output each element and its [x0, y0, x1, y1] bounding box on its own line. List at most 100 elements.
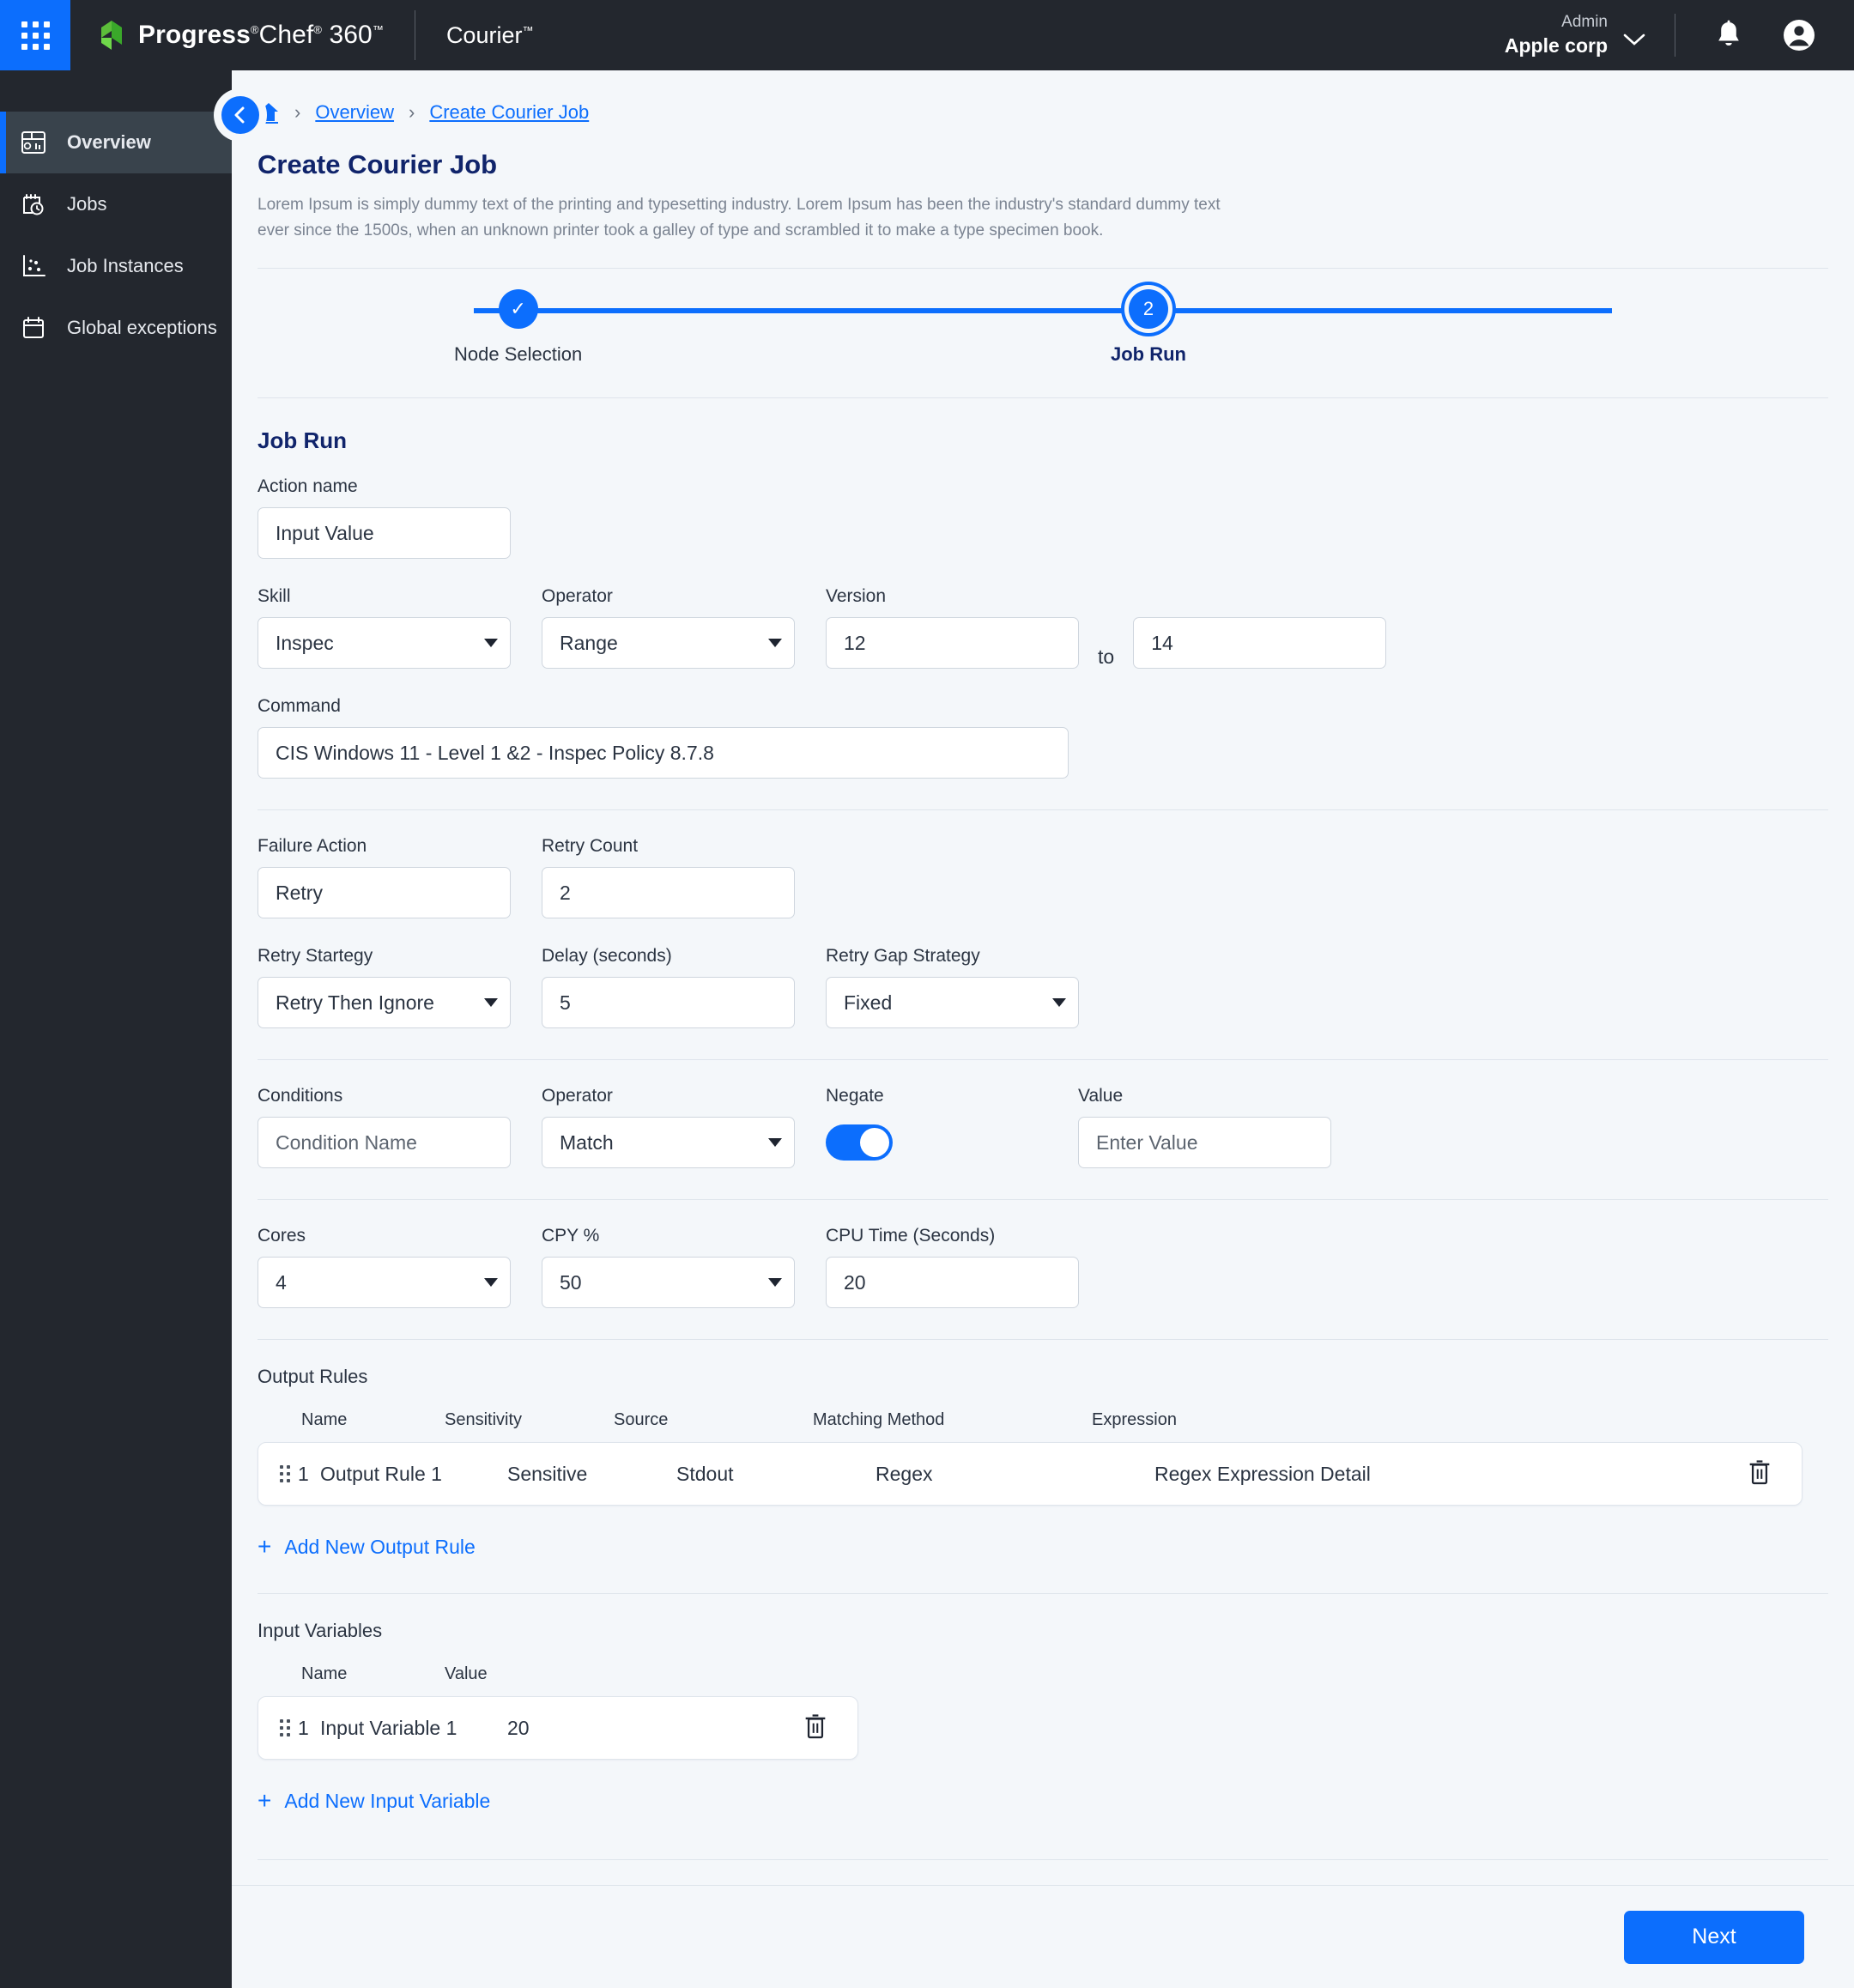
column-header-name: Name [301, 1664, 348, 1684]
condition-operator-select[interactable]: Match [542, 1117, 795, 1169]
breadcrumb-home[interactable] [258, 101, 280, 124]
trash-icon [1749, 1459, 1770, 1484]
action-name-input[interactable]: Input Value [258, 507, 511, 560]
brand-progress: Progress [138, 21, 251, 49]
label-version: Version [826, 586, 887, 607]
label-cpu-time: CPU Time (Seconds) [826, 1226, 996, 1246]
command-input[interactable]: CIS Windows 11 - Level 1 &2 - Inspec Pol… [258, 727, 1069, 779]
org-texts: Admin Apple corp [1505, 13, 1608, 58]
sidebar-item-jobs[interactable]: Jobs [0, 173, 232, 235]
sidebar-item-overview[interactable]: Overview [0, 112, 232, 173]
label-command: Command [258, 696, 341, 717]
cpy-percent-select[interactable]: 50 [542, 1257, 795, 1309]
account-circle-icon [1784, 20, 1815, 51]
sidebar-item-global-exceptions[interactable]: Global exceptions [0, 297, 232, 359]
brand-chef: Chef [258, 21, 314, 49]
sidebar-item-label: Overview [67, 131, 151, 153]
field-retry-count: Retry Count 2 [542, 836, 795, 919]
account-button[interactable] [1775, 11, 1823, 59]
step-label: Job Run [1111, 343, 1186, 366]
output-rule-name: Output Rule 1 [320, 1462, 442, 1485]
negate-toggle[interactable] [826, 1124, 893, 1161]
add-new-output-rule-label: Add New Output Rule [284, 1535, 476, 1558]
add-new-output-rule-button[interactable]: + Add New Output Rule [232, 1535, 476, 1559]
breadcrumb: › Overview › Create Courier Job [232, 70, 1854, 130]
notifications-button[interactable] [1705, 11, 1753, 59]
retry-count-input[interactable]: 2 [542, 867, 795, 919]
drag-handle-icon[interactable] [272, 1719, 298, 1737]
field-delay-seconds: Delay (seconds) 5 [542, 946, 795, 1029]
brand-logo[interactable]: Progress®Chef® 360™ [100, 19, 384, 52]
input-variable-value: 20 [507, 1716, 530, 1739]
field-cores: Cores 4 [258, 1226, 511, 1309]
product-label: Courier [445, 21, 523, 48]
field-condition-operator: Operator Match [542, 1086, 795, 1169]
output-rules-title: Output Rules [258, 1366, 368, 1388]
sidebar-item-job-instances[interactable]: Job Instances [0, 235, 232, 297]
cores-select[interactable]: 4 [258, 1257, 511, 1309]
label-action-name: Action name [258, 476, 358, 497]
delay-seconds-input[interactable]: 5 [542, 977, 795, 1029]
condition-operator-value: Match [560, 1130, 614, 1154]
step-marker-active: 2 [1129, 289, 1168, 330]
input-variable-delete-button[interactable] [803, 1712, 828, 1745]
collapse-sidebar-button[interactable] [221, 96, 259, 134]
cpu-time-value: 20 [844, 1270, 866, 1294]
version-from-input[interactable]: 12 [826, 617, 1079, 670]
output-rules-table-row[interactable]: 1 Output Rule 1 Sensitive Stdout Regex R… [258, 1442, 1802, 1506]
field-action-name: Action name Input Value [258, 476, 511, 560]
org-switcher[interactable]: Admin Apple corp [1505, 13, 1649, 58]
trash-icon [805, 1713, 826, 1738]
failure-action-input[interactable]: Retry [258, 867, 511, 919]
label-retry-count: Retry Count [542, 836, 639, 857]
field-failure-action: Failure Action Retry [258, 836, 511, 919]
chevron-down-icon [768, 1278, 782, 1288]
conditions-input[interactable]: Condition Name [258, 1117, 511, 1169]
form-row-action-name: Action name Input Value [232, 476, 1854, 560]
label-retry-strategy: Retry Startegy [258, 946, 373, 967]
bell-icon [1718, 20, 1739, 46]
stepper-connector-line [474, 308, 1612, 314]
skill-select[interactable]: Inspec [258, 617, 511, 670]
divider-after-retry [258, 1059, 1828, 1061]
sidebar: Overview Jobs Job Instances Global excep… [0, 70, 232, 1988]
product-name: Courier™ [446, 22, 534, 49]
condition-value-input[interactable]: Enter Value [1078, 1117, 1331, 1169]
retry-strategy-select[interactable]: Retry Then Ignore [258, 977, 511, 1029]
toggle-knob [860, 1128, 889, 1158]
brand-360: 360 [329, 21, 373, 49]
input-variables-table-row[interactable]: 1 Input Variable 1 20 [258, 1696, 858, 1761]
field-condition-value: Value Enter Value [1078, 1086, 1331, 1169]
apps-grid-button[interactable] [0, 0, 70, 70]
dashboard-icon [19, 128, 48, 157]
field-skill: Skill Inspec [258, 586, 511, 670]
column-header-expression: Expression [1092, 1410, 1177, 1430]
page-description: Lorem Ipsum is simply dummy text of the … [258, 196, 1221, 240]
sidebar-top-spacer [0, 70, 232, 112]
skill-value: Inspec [276, 631, 334, 654]
next-button[interactable]: Next [1624, 1910, 1804, 1964]
top-bar-right: Admin Apple corp [1505, 0, 1854, 70]
field-cpy-percent: CPY % 50 [542, 1226, 795, 1309]
breadcrumb-item-overview[interactable]: Overview [315, 101, 394, 124]
step-node-selection[interactable]: ✓ Node Selection [454, 289, 582, 366]
sidebar-item-label: Job Instances [67, 255, 184, 276]
retry-gap-strategy-select[interactable]: Fixed [826, 977, 1079, 1029]
breadcrumb-item-create-courier-job[interactable]: Create Courier Job [429, 101, 589, 124]
version-to-input[interactable]: 14 [1133, 617, 1387, 670]
cpu-time-input[interactable]: 20 [826, 1257, 1079, 1309]
field-retry-gap-strategy: Retry Gap Strategy Fixed [826, 946, 1079, 1029]
brand-chef-reg: ® [313, 23, 323, 36]
calendar-clock-icon [19, 190, 48, 219]
label-cores: Cores [258, 1226, 306, 1246]
output-rule-delete-button[interactable] [1747, 1458, 1772, 1491]
step-job-run[interactable]: 2 Job Run [1111, 289, 1186, 366]
add-new-input-variable-button[interactable]: + Add New Input Variable [232, 1789, 490, 1813]
chevron-down-icon [1052, 998, 1066, 1008]
input-variable-name: Input Variable 1 [320, 1716, 457, 1739]
form-row-conditions: Conditions Condition Name Operator Match… [232, 1086, 1854, 1169]
drag-handle-icon[interactable] [272, 1465, 298, 1483]
failure-action-value: Retry [276, 881, 323, 904]
form-row-command: Command CIS Windows 11 - Level 1 &2 - In… [232, 696, 1854, 779]
version-operator-select[interactable]: Range [542, 617, 795, 670]
